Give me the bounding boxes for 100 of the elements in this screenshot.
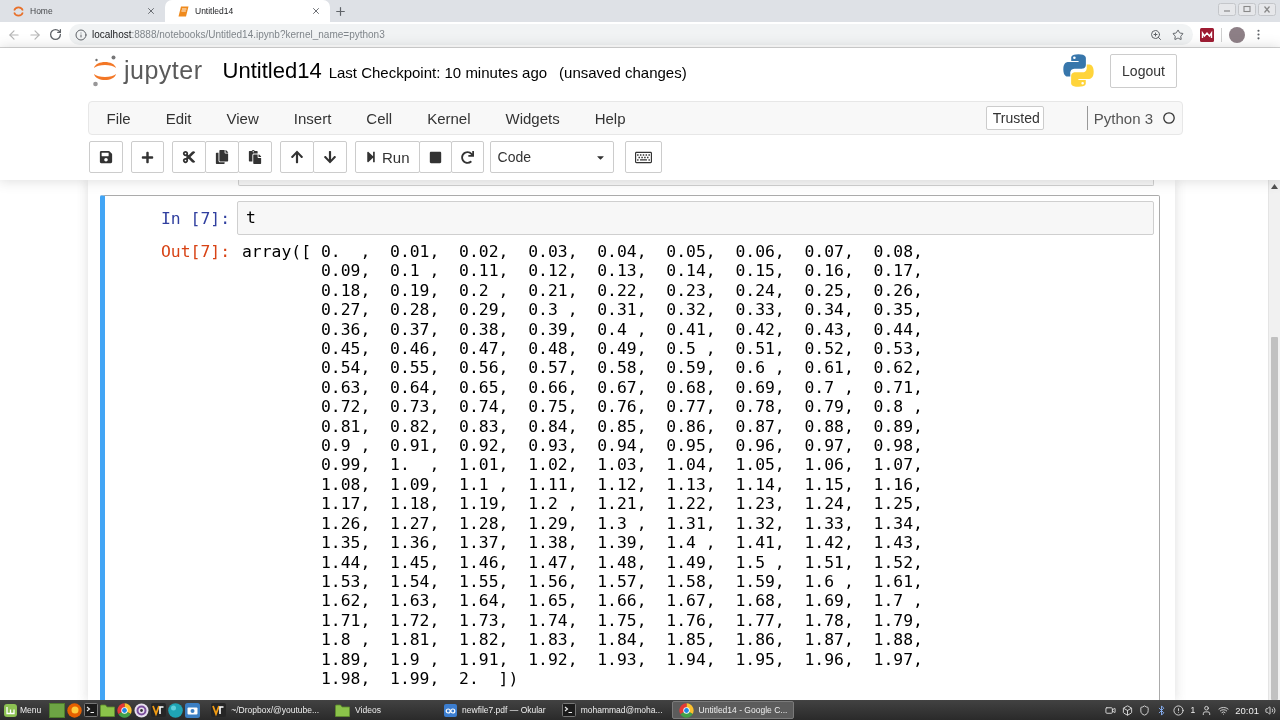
browser-icon[interactable] [117, 702, 133, 718]
output-line: 1.89, 1.9 , 1.91, 1.92, 1.93, 1.94, 1.95, 1.96, 1.97, [320, 649, 923, 669]
code-input[interactable]: t [237, 201, 1154, 235]
save-button[interactable] [89, 141, 123, 173]
output-line: 0.27, 0.28, 0.29, 0.3 , 0.31, 0.32, 0.33, 0.34, 0.35, [320, 300, 923, 320]
output-line: 1.35, 1.36, 1.37, 1.38, 1.39, 1.4 , 1.41, 1.42, 1.43, [320, 533, 923, 553]
copy-button[interactable] [205, 141, 239, 173]
menu-item[interactable]: View [209, 102, 277, 134]
scroll-up-icon[interactable] [1271, 184, 1278, 189]
trusted-button[interactable]: Trusted [985, 106, 1044, 130]
menu-item[interactable]: File [89, 102, 149, 134]
arrow-down-icon [323, 150, 337, 164]
reload-icon[interactable] [49, 28, 62, 41]
taskbar-window-button[interactable]: newfile7.pdf — Okular [437, 701, 553, 719]
output-line: 0.81, 0.82, 0.83, 0.84, 0.85, 0.86, 0.87, 0.88, 0.89, [320, 416, 923, 437]
desktop-icon[interactable] [49, 702, 66, 718]
app-icon[interactable] [151, 703, 167, 717]
output-line: 0.72, 0.73, 0.74, 0.75, 0.76, 0.77, 0.78, 0.79, 0.8 , [320, 397, 923, 417]
input-prompt: In [7]: [159, 208, 231, 229]
output-prompt: Out[7]: [159, 242, 231, 262]
notification-count: 1 [1190, 705, 1196, 715]
output-line: 1.71, 1.72, 1.73, 1.74, 1.75, 1.76, 1.77, 1.78, 1.79, [320, 610, 923, 631]
app-icon [211, 703, 227, 717]
browser-tab[interactable]: Untitled14 [165, 0, 330, 22]
avatar-icon[interactable] [1229, 26, 1245, 43]
shield-icon[interactable] [1139, 704, 1151, 716]
url-text: localhost:8888/notebooks/Untitled14.ipynb?kernel_name=python3 [92, 29, 385, 40]
output-line: 1.08, 1.09, 1.1 , 1.11, 1.12, 1.13, 1.14, 1.15, 1.16, [320, 474, 923, 495]
extension-icon[interactable] [1200, 27, 1214, 42]
menu-item[interactable]: Help [577, 102, 644, 134]
cut-button[interactable] [172, 141, 206, 173]
scrollbar-thumb[interactable] [1271, 337, 1278, 700]
browser-tab[interactable]: Home [0, 0, 165, 22]
folder-icon [335, 703, 351, 717]
user-icon[interactable] [1201, 704, 1213, 716]
close-icon[interactable] [146, 6, 156, 16]
notebook-title[interactable]: Untitled14 [222, 57, 322, 84]
book-icon [178, 5, 189, 17]
folder-icon[interactable] [100, 703, 116, 717]
output-line: 1.98, 1.99, 2. ]) [320, 668, 519, 689]
run-button[interactable]: Run [355, 141, 420, 173]
code-input[interactable] [238, 180, 1154, 186]
keyboard-shortcuts-button[interactable] [624, 141, 662, 173]
menu-item[interactable]: Kernel [409, 102, 488, 134]
taskbar-window-button[interactable]: Videos [328, 701, 436, 719]
stop-icon [428, 150, 442, 164]
output-line: 1.26, 1.27, 1.28, 1.29, 1.3 , 1.31, 1.32, 1.33, 1.34, [320, 513, 923, 534]
logout-button[interactable]: Logout [1110, 53, 1177, 88]
address-bar[interactable]: localhost:8888/notebooks/Untitled14.ipynb?kernel_name=python3 [69, 24, 1193, 45]
volume-icon[interactable] [1265, 704, 1276, 716]
clock-text: 20:01 [1235, 704, 1259, 716]
paste-button[interactable] [238, 141, 272, 173]
taskbar-window-button[interactable]: Untitled14 - Google C... [671, 701, 795, 719]
restart-button[interactable] [450, 141, 484, 173]
taskbar-window-button[interactable]: mohammad@moha... [554, 701, 670, 719]
logo-icon [1062, 54, 1095, 87]
webcam-icon[interactable] [134, 702, 150, 718]
move-up-button[interactable] [280, 141, 314, 173]
browser-icon[interactable] [67, 702, 83, 718]
restore-icon[interactable] [1238, 3, 1256, 16]
output-line: 0.09, 0.1 , 0.11, 0.12, 0.13, 0.14, 0.15, 0.16, 0.17, [320, 261, 923, 281]
browser-icon [678, 702, 694, 718]
box-icon[interactable] [1122, 704, 1134, 716]
info-icon[interactable] [75, 28, 87, 41]
plus-icon [141, 150, 154, 164]
document-icon [444, 703, 458, 717]
output-line: 0.36, 0.37, 0.38, 0.39, 0.4 , 0.41, 0.42, 0.43, 0.44, [320, 319, 923, 340]
output-line: 1.44, 1.45, 1.46, 1.47, 1.48, 1.49, 1.5 , 1.51, 1.52, [320, 552, 923, 572]
menu-item[interactable]: Widgets [488, 102, 578, 134]
move-down-button[interactable] [313, 141, 347, 173]
paste-icon [248, 150, 262, 164]
new-tab-icon[interactable] [334, 4, 347, 18]
scrollbar[interactable] [1268, 180, 1280, 700]
taskbar-window-button[interactable]: ~/Dropbox/@youtube... [204, 701, 327, 719]
output-line: 0.18, 0.19, 0.2 , 0.21, 0.22, 0.23, 0.24, 0.25, 0.26, [320, 280, 923, 301]
bookmark-star-icon[interactable] [1172, 28, 1184, 41]
copy-icon [215, 150, 229, 164]
menu-item[interactable]: Insert [276, 102, 349, 134]
insert-cell-button[interactable] [131, 141, 164, 173]
output-text: array([ [242, 242, 312, 262]
output-line: 0.45, 0.46, 0.47, 0.48, 0.49, 0.5 , 0.51, 0.52, 0.53, [320, 339, 923, 359]
menu-item[interactable]: Cell [348, 102, 410, 134]
menu-item[interactable]: Edit [148, 102, 210, 134]
stop-button[interactable] [418, 141, 452, 173]
camera-icon[interactable] [185, 702, 201, 718]
output-line: 1.8 , 1.81, 1.82, 1.83, 1.84, 1.85, 1.86, 1.87, 1.88, [320, 630, 923, 650]
wifi-icon[interactable] [1218, 704, 1230, 716]
alert-icon[interactable] [1173, 704, 1185, 716]
close-window-icon[interactable] [1258, 3, 1276, 16]
restart-icon [460, 150, 474, 164]
start-menu-button[interactable]: Menu [3, 701, 46, 719]
output-line: 0.54, 0.55, 0.56, 0.57, 0.58, 0.59, 0.6 , 0.61, 0.62, [320, 358, 923, 378]
output-line: 1.17, 1.18, 1.19, 1.2 , 1.21, 1.22, 1.23, 1.24, 1.25, [320, 494, 923, 514]
video-camera-icon[interactable] [1105, 704, 1117, 716]
close-icon[interactable] [311, 6, 321, 16]
output-line: 0.99, 1. , 1.01, 1.02, 1.03, 1.04, 1.05, 1.06, 1.07, [320, 455, 923, 475]
terminal-icon[interactable] [84, 703, 99, 717]
zoom-icon[interactable] [1150, 28, 1162, 41]
sphere-icon[interactable] [168, 702, 184, 718]
cell-type-select[interactable]: Code [489, 141, 614, 173]
